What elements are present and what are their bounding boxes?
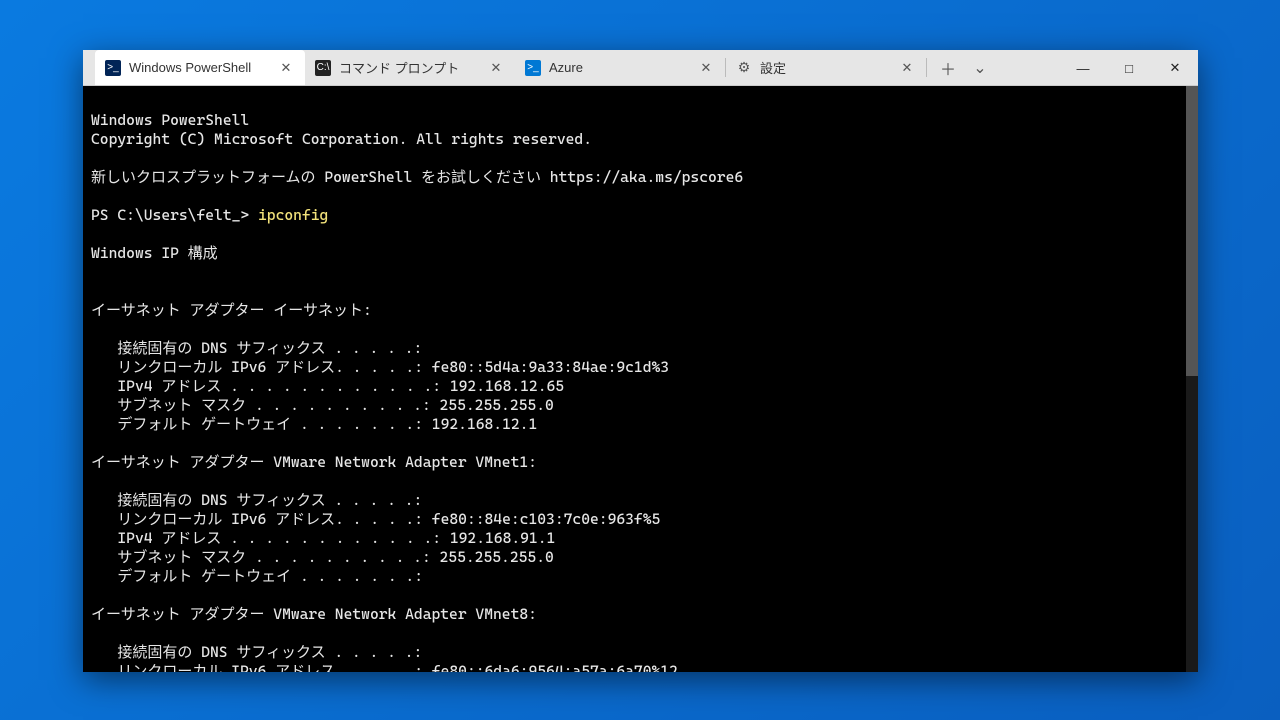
prompt: PS C:\Users\felt_> [91,206,258,224]
titlebar-drag-region[interactable] [1001,50,1060,85]
gear-icon: ⚙ [736,60,752,76]
terminal-window: >_ Windows PowerShell ✕ C:\ コマンド プロンプト ✕… [83,50,1198,672]
output-line: リンクローカル IPv6 アドレス. . . . .: fe80::6da6:9… [91,662,678,672]
output-line: リンクローカル IPv6 アドレス. . . . .: fe80::84e:c1… [91,510,660,528]
tab-powershell[interactable]: >_ Windows PowerShell ✕ [95,50,305,85]
scrollbar-thumb[interactable] [1186,86,1198,376]
close-button[interactable]: ✕ [1152,50,1198,86]
tab-label: Windows PowerShell [129,60,269,75]
tab-close-button[interactable]: ✕ [697,59,715,77]
output-line: サブネット マスク . . . . . . . . . .: 255.255.2… [91,548,554,566]
output-line: IPv4 アドレス . . . . . . . . . . . .: 192.1… [91,377,564,395]
output-line: 接続固有の DNS サフィックス . . . . .: [91,491,422,509]
command-text: ipconfig [258,206,328,224]
output-line: 接続固有の DNS サフィックス . . . . .: [91,643,422,661]
output-line: デフォルト ゲートウェイ . . . . . . .: 192.168.12.1 [91,415,537,433]
cmd-icon: C:\ [315,60,331,76]
tab-cmd[interactable]: C:\ コマンド プロンプト ✕ [305,50,515,85]
window-controls: — □ ✕ [1060,50,1198,85]
tab-dropdown-button[interactable]: ⌄ [965,54,995,82]
output-line: Windows IP 構成 [91,244,218,262]
output-line: イーサネット アダプター VMware Network Adapter VMne… [91,453,537,471]
output-line: デフォルト ゲートウェイ . . . . . . .: [91,567,423,585]
tab-close-button[interactable]: ✕ [898,59,916,77]
output-line: Copyright (C) Microsoft Corporation. All… [91,130,592,148]
tab-label: Azure [549,60,689,75]
minimize-button[interactable]: — [1060,50,1106,86]
powershell-icon: >_ [105,60,121,76]
terminal-output[interactable]: Windows PowerShell Copyright (C) Microso… [83,86,1198,672]
output-line: サブネット マスク . . . . . . . . . .: 255.255.2… [91,396,554,414]
azure-icon: >_ [525,60,541,76]
scrollbar[interactable] [1186,86,1198,672]
tab-close-button[interactable]: ✕ [277,59,295,77]
tab-strip: >_ Windows PowerShell ✕ C:\ コマンド プロンプト ✕… [83,50,1001,85]
titlebar[interactable]: >_ Windows PowerShell ✕ C:\ コマンド プロンプト ✕… [83,50,1198,86]
output-line: 新しいクロスプラットフォームの PowerShell をお試しください http… [91,168,743,186]
output-line: Windows PowerShell [91,111,249,129]
output-line: リンクローカル IPv6 アドレス. . . . .: fe80::5d4a:9… [91,358,669,376]
maximize-button[interactable]: □ [1106,50,1152,86]
output-line: イーサネット アダプター VMware Network Adapter VMne… [91,605,537,623]
tab-azure[interactable]: >_ Azure ✕ [515,50,725,85]
tab-label: コマンド プロンプト [339,58,479,77]
new-tab-button[interactable]: ＋ [933,54,963,82]
tab-actions: ＋ ⌄ [927,50,1001,85]
output-line: 接続固有の DNS サフィックス . . . . .: [91,339,422,357]
tab-settings[interactable]: ⚙ 設定 ✕ [726,50,926,85]
output-line: イーサネット アダプター イーサネット: [91,301,372,319]
tab-label: 設定 [760,58,890,77]
output-line: IPv4 アドレス . . . . . . . . . . . .: 192.1… [91,529,555,547]
tab-close-button[interactable]: ✕ [487,59,505,77]
